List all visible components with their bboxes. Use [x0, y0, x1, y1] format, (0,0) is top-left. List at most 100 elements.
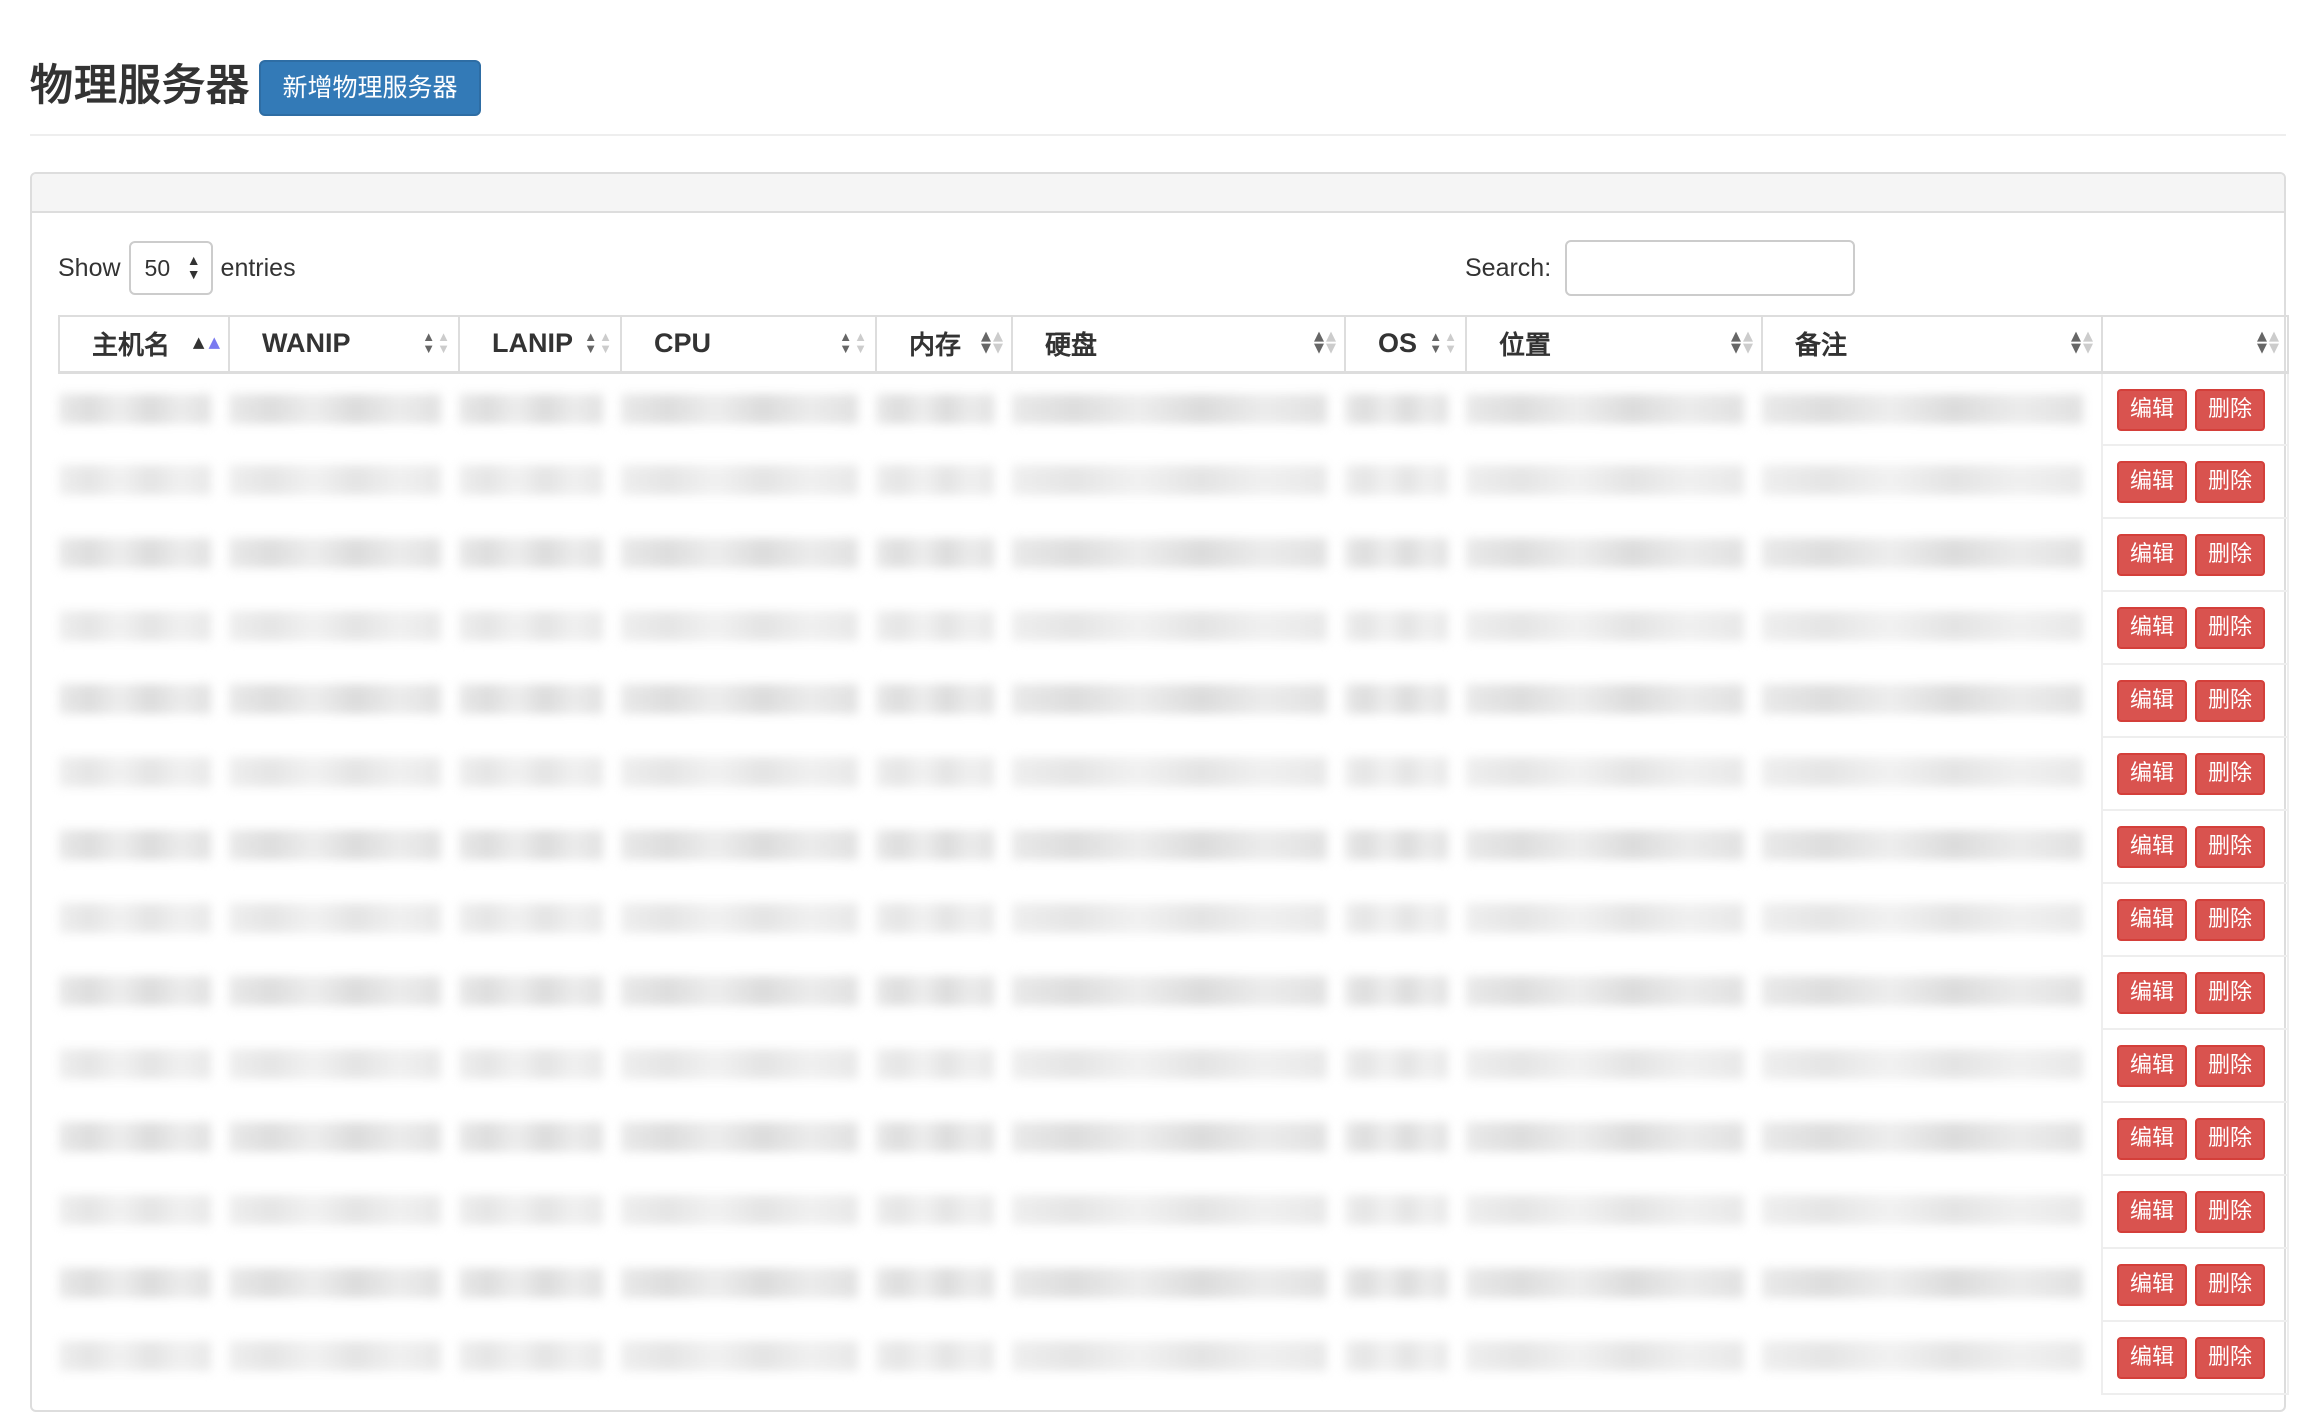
redacted-value — [1466, 1341, 1744, 1371]
row-actions-cell: 编辑 删除 — [2101, 591, 2289, 665]
delete-button[interactable]: 删除 — [2195, 461, 2265, 503]
redacted-cell — [1012, 810, 1345, 883]
redacted-value — [459, 1268, 603, 1298]
delete-button[interactable]: 删除 — [2195, 1337, 2265, 1379]
redacted-value — [876, 684, 994, 714]
redacted-cell — [1012, 372, 1345, 445]
edit-button[interactable]: 编辑 — [2117, 607, 2187, 649]
redacted-value — [1466, 976, 1744, 1006]
edit-button[interactable]: 编辑 — [2117, 753, 2187, 795]
redacted-cell — [1345, 518, 1466, 591]
redacted-value — [876, 1268, 994, 1298]
delete-button[interactable]: 删除 — [2195, 826, 2265, 868]
delete-button[interactable]: 删除 — [2195, 388, 2265, 431]
redacted-value — [59, 1049, 211, 1079]
edit-button[interactable]: 编辑 — [2117, 1191, 2187, 1233]
edit-button[interactable]: 编辑 — [2117, 899, 2187, 941]
redacted-cell — [229, 591, 459, 664]
redacted-cell — [1762, 883, 2102, 956]
redacted-cell — [1466, 591, 1762, 664]
delete-button[interactable]: 删除 — [2195, 607, 2265, 649]
sort-both-icon: ▲ ▼ ▲ ▼ — [584, 329, 612, 356]
redacted-cell — [59, 1248, 229, 1321]
delete-button[interactable]: 删除 — [2195, 753, 2265, 795]
redacted-value — [1012, 1049, 1327, 1079]
redacted-value — [229, 1341, 441, 1371]
edit-button[interactable]: 编辑 — [2117, 1118, 2187, 1160]
edit-button[interactable]: 编辑 — [2117, 534, 2187, 576]
redacted-value — [1762, 1049, 2083, 1079]
redacted-value — [229, 903, 441, 933]
redacted-cell — [59, 591, 229, 664]
redacted-cell — [229, 664, 459, 737]
redacted-cell — [1345, 1248, 1466, 1321]
delete-button[interactable]: 删除 — [2195, 1045, 2265, 1087]
redacted-cell — [229, 518, 459, 591]
column-header-3[interactable]: CPU ▲ ▼ ▲ ▼ — [620, 315, 877, 374]
redacted-cell — [621, 372, 876, 445]
column-header-1[interactable]: WANIP ▲ ▼ ▲ ▼ — [228, 315, 460, 374]
edit-button[interactable]: 编辑 — [2117, 1264, 2187, 1306]
row-actions-cell: 编辑 删除 — [2101, 1175, 2289, 1249]
redacted-value — [459, 611, 603, 641]
delete-button[interactable]: 删除 — [2195, 1191, 2265, 1233]
redacted-cell — [621, 810, 876, 883]
delete-button[interactable]: 删除 — [2195, 1118, 2265, 1160]
row-actions-cell: 编辑 删除 — [2101, 518, 2289, 592]
delete-button[interactable]: 删除 — [2195, 899, 2265, 941]
redacted-cell — [1762, 956, 2102, 1029]
redacted-value — [1012, 1341, 1327, 1371]
redacted-cell — [229, 810, 459, 883]
edit-button[interactable]: 编辑 — [2117, 461, 2187, 503]
redacted-cell — [1345, 810, 1466, 883]
redacted-value — [1345, 1122, 1448, 1152]
column-header-0[interactable]: 主机名 ▲ ▲ — [58, 315, 230, 374]
redacted-cell — [459, 737, 621, 810]
column-header-4[interactable]: 内存 ▲ ▼ ▲ ▼ — [875, 315, 1013, 374]
entries-select[interactable]: 50 ▲ ▼ — [128, 241, 213, 295]
redacted-value — [1012, 611, 1327, 641]
edit-button[interactable]: 编辑 — [2117, 826, 2187, 868]
column-header-6[interactable]: OS ▲ ▼ ▲ ▼ — [1344, 315, 1467, 374]
redacted-cell — [459, 883, 621, 956]
column-header-9[interactable]: ▲ ▼ ▲ ▼ — [2101, 315, 2289, 374]
redacted-value — [1762, 976, 2083, 1006]
redacted-value — [876, 538, 994, 568]
redacted-value — [229, 1268, 441, 1298]
redacted-value — [621, 465, 858, 495]
redacted-cell — [1345, 1102, 1466, 1175]
redacted-value — [876, 757, 994, 787]
delete-button[interactable]: 删除 — [2195, 1264, 2265, 1306]
row-actions: 编辑 删除 — [2117, 680, 2265, 722]
edit-button[interactable]: 编辑 — [2117, 388, 2187, 431]
redacted-cell — [59, 1029, 229, 1102]
column-header-8[interactable]: 备注 ▲ ▼ ▲ ▼ — [1761, 315, 2103, 374]
sort-both-icon: ▲ ▼ ▲ ▼ — [1314, 329, 1336, 356]
redacted-cell — [59, 883, 229, 956]
edit-button[interactable]: 编辑 — [2117, 1045, 2187, 1087]
redacted-cell — [876, 664, 1012, 737]
add-server-button[interactable]: 新增物理服务器 — [259, 60, 481, 116]
redacted-value — [1012, 830, 1327, 860]
delete-button[interactable]: 删除 — [2195, 972, 2265, 1014]
redacted-value — [1762, 465, 2083, 495]
edit-button[interactable]: 编辑 — [2117, 972, 2187, 1014]
redacted-value — [621, 830, 858, 860]
delete-button[interactable]: 删除 — [2195, 534, 2265, 576]
edit-button[interactable]: 编辑 — [2117, 680, 2187, 722]
table-row: 编辑 删除 — [59, 445, 2289, 519]
delete-button[interactable]: 删除 — [2195, 680, 2265, 722]
redacted-value — [459, 976, 603, 1006]
column-header-5[interactable]: 硬盘 ▲ ▼ ▲ ▼ — [1011, 315, 1346, 374]
redacted-value — [621, 1122, 858, 1152]
row-actions: 编辑 删除 — [2117, 972, 2265, 1014]
redacted-value — [1345, 538, 1448, 568]
table-row: 编辑 删除 — [59, 883, 2289, 957]
edit-button[interactable]: 编辑 — [2117, 1337, 2187, 1379]
redacted-cell — [1762, 810, 2102, 883]
redacted-cell — [1762, 1102, 2102, 1175]
redacted-cell — [1345, 1321, 1466, 1394]
column-header-7[interactable]: 位置 ▲ ▼ ▲ ▼ — [1465, 315, 1763, 374]
search-input[interactable] — [1565, 240, 1856, 296]
column-header-2[interactable]: LANIP ▲ ▼ ▲ ▼ — [458, 315, 622, 374]
